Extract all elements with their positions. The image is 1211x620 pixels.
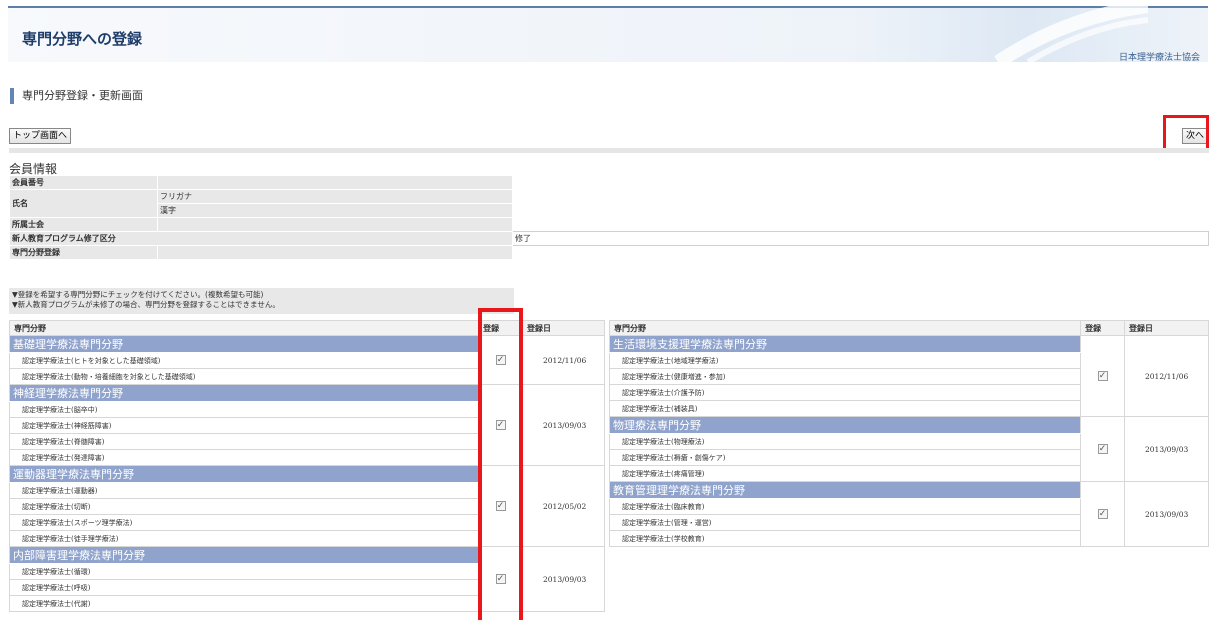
- organization-name: 日本理学療法士協会: [1118, 53, 1200, 63]
- registration-date: 2013/09/03: [522, 546, 605, 612]
- program-value: 修了: [512, 231, 1209, 246]
- certification-item: 認定理学療法士(切断): [8, 498, 480, 515]
- registration-date: 2013/09/03: [1124, 416, 1209, 482]
- note-line: ▼新人教育プログラムが未修了の場合、専門分野を登録することはできません。: [12, 300, 280, 309]
- register-checkbox-cell: ✓: [1080, 416, 1126, 482]
- kanji-label: 漢字: [157, 203, 513, 218]
- register-column-highlight: [478, 308, 523, 620]
- next-button-highlight: [1163, 115, 1209, 151]
- certification-item: 認定理学療法士(動物・培養細胞を対象とした基礎領域): [8, 368, 480, 385]
- certification-item: 認定理学療法士(スポーツ理学療法): [8, 514, 480, 531]
- specialty-category: 神経理学療法専門分野: [8, 384, 480, 402]
- certification-item: 認定理学療法士(脳卒中): [8, 401, 480, 418]
- register-checkbox[interactable]: ✓: [1097, 371, 1108, 381]
- field-column-header: 専門分野: [608, 320, 1082, 336]
- certification-item: 認定理学療法士(学校教育): [608, 530, 1082, 547]
- registration-date: 2012/11/06: [1124, 335, 1209, 417]
- certification-item: 認定理学療法士(徒手理学療法): [8, 530, 480, 547]
- certification-item: 認定理学療法士(臨床教育): [608, 498, 1082, 515]
- date-column-header: 登録日: [1124, 320, 1209, 336]
- member-info-table: 会員番号 氏名 フリガナ 漢字 所属士会 新人教育プログラム修了区分 修了 専門…: [9, 175, 1209, 260]
- registration-date: 2013/09/03: [1124, 481, 1209, 547]
- member-no-label: 会員番号: [9, 175, 158, 190]
- certification-item: 認定理学療法士(疼痛管理): [608, 465, 1082, 482]
- branch-value: [157, 217, 513, 232]
- specialty-category: 運動器理学療法専門分野: [8, 465, 480, 483]
- furigana-label: フリガナ: [157, 189, 513, 204]
- certification-item: 認定理学療法士(管理・運営): [608, 514, 1082, 531]
- field-column-header: 専門分野: [8, 320, 480, 336]
- specialty-category: 物理療法専門分野: [608, 416, 1082, 434]
- specialty-category: 生活環境支援理学療法専門分野: [608, 335, 1082, 353]
- specialty-category: 基礎理学療法専門分野: [8, 335, 480, 353]
- right-specialty-table: 専門分野 登録 登録日生活環境支援理学療法専門分野 ✓ 2012/11/06 認定理学療法…: [608, 320, 1209, 547]
- top-page-button[interactable]: トップ画面へ: [9, 128, 72, 144]
- divider: [9, 148, 1209, 153]
- section-heading: 専門分野登録・更新画面: [10, 88, 143, 104]
- certification-item: 認定理学療法士(循環): [8, 563, 480, 580]
- register-checkbox[interactable]: ✓: [1097, 509, 1108, 519]
- note-line: ▼登録を希望する専門分野にチェックを付けてください。(複数希望も可能): [12, 290, 264, 299]
- registration-notes: ▼登録を希望する専門分野にチェックを付けてください。(複数希望も可能) ▼新人教…: [9, 288, 514, 314]
- page-title: 専門分野への登録: [22, 30, 143, 48]
- certification-item: 認定理学療法士(健康増進・参加): [608, 368, 1082, 385]
- specialty-label: 専門分野登録: [9, 245, 158, 260]
- registration-date: 2013/09/03: [522, 384, 605, 466]
- certification-item: 認定理学療法士(発達障害): [8, 449, 480, 466]
- specialty-category: 内部障害理学療法専門分野: [8, 546, 480, 564]
- certification-item: 認定理学療法士(呼吸): [8, 579, 480, 596]
- certification-item: 認定理学療法士(補装具): [608, 400, 1082, 417]
- specialty-category: 教育管理理学療法専門分野: [608, 481, 1082, 499]
- registration-date: 2012/11/06: [522, 335, 605, 385]
- page-header: 専門分野への登録 日本理学療法士協会: [8, 6, 1208, 63]
- registration-date: 2012/05/02: [522, 465, 605, 547]
- member-no-value: [157, 175, 513, 190]
- certification-item: 認定理学療法士(ヒトを対象とした基礎領域): [8, 352, 480, 369]
- certification-item: 認定理学療法士(脊髄障害): [8, 433, 480, 450]
- certification-item: 認定理学療法士(介護予防): [608, 384, 1082, 401]
- register-checkbox-cell: ✓: [1080, 335, 1126, 417]
- certification-item: 認定理学療法士(褥瘡・創傷ケア): [608, 449, 1082, 466]
- certification-item: 認定理学療法士(神経筋障害): [8, 417, 480, 434]
- program-label: 新人教育プログラム修了区分: [9, 231, 513, 246]
- register-checkbox[interactable]: ✓: [1097, 444, 1108, 454]
- branch-label: 所属士会: [9, 217, 158, 232]
- certification-item: 認定理学療法士(代謝): [8, 595, 480, 612]
- certification-item: 認定理学療法士(運動器): [8, 482, 480, 499]
- name-label: 氏名: [9, 189, 158, 218]
- date-column-header: 登録日: [522, 320, 605, 336]
- register-checkbox-cell: ✓: [1080, 481, 1126, 547]
- register-column-header: 登録: [1080, 320, 1126, 336]
- certification-item: 認定理学療法士(物理療法): [608, 433, 1082, 450]
- certification-item: 認定理学療法士(地域理学療法): [608, 352, 1082, 369]
